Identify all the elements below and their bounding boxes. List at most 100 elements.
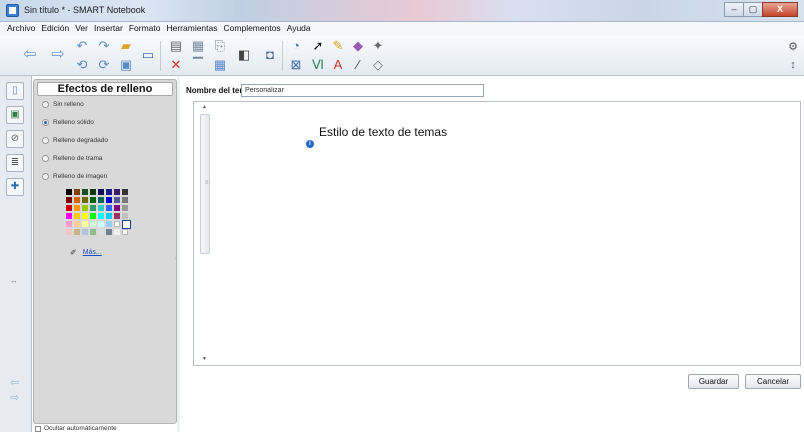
radio-button-selected[interactable]	[42, 119, 49, 126]
radio-button[interactable]	[42, 137, 49, 144]
color-swatch[interactable]	[74, 221, 80, 227]
creative-pen-icon[interactable]: ◇	[370, 57, 386, 73]
color-swatch[interactable]	[122, 189, 128, 195]
color-swatch[interactable]	[98, 197, 104, 203]
scroll-down-icon[interactable]: ▼	[202, 356, 207, 362]
splitter-grip-icon[interactable]: ‹	[175, 256, 177, 262]
radio-gradient-fill[interactable]: Relleno degradado	[42, 137, 108, 144]
attachments-icon[interactable]: ⊘	[6, 130, 24, 148]
color-swatch[interactable]	[98, 189, 104, 195]
color-swatch[interactable]	[122, 229, 128, 235]
color-swatch[interactable]	[74, 197, 80, 203]
radio-image-fill[interactable]: Relleno de imagen	[42, 173, 107, 180]
color-swatch[interactable]	[82, 213, 88, 219]
back-arrow-icon[interactable]: ⇦	[22, 47, 38, 63]
color-swatch[interactable]	[106, 229, 112, 235]
color-swatch[interactable]	[98, 213, 104, 219]
color-swatch[interactable]	[82, 205, 88, 211]
line-icon[interactable]: ⁄	[350, 57, 366, 73]
menu-insertar[interactable]: Insertar	[91, 22, 126, 35]
color-swatch[interactable]	[122, 197, 128, 203]
color-swatch[interactable]	[82, 189, 88, 195]
open-folder-icon[interactable]: ▰	[118, 38, 134, 54]
color-swatch[interactable]	[74, 189, 80, 195]
color-swatch[interactable]	[66, 221, 72, 227]
color-swatch[interactable]	[106, 221, 112, 227]
color-swatch[interactable]	[82, 221, 88, 227]
gallery-icon[interactable]: ▣	[6, 106, 24, 124]
color-swatch[interactable]	[106, 189, 112, 195]
save-button[interactable]: Guardar	[688, 374, 739, 389]
radio-no-fill[interactable]: Sin relleno	[42, 101, 84, 108]
menu-ver[interactable]: Ver	[72, 22, 91, 35]
expand-icon[interactable]: ↕	[785, 57, 801, 73]
more-colors-row[interactable]: ✐ Más...	[70, 248, 102, 257]
radio-button[interactable]	[42, 155, 49, 162]
color-swatch[interactable]	[98, 205, 104, 211]
color-swatch[interactable]	[90, 213, 96, 219]
menu-formato[interactable]: Formato	[126, 22, 164, 35]
undo-icon[interactable]: ↶	[74, 38, 90, 54]
theme-name-input[interactable]	[241, 84, 484, 97]
menu-ayuda[interactable]: Ayuda	[284, 22, 314, 35]
color-swatch[interactable]	[98, 221, 104, 227]
color-swatch[interactable]	[66, 229, 72, 235]
addons-icon[interactable]: ✚	[6, 178, 24, 196]
settings-gear-icon[interactable]: ⚙	[785, 39, 801, 55]
magnify-icon[interactable]: ◔	[288, 38, 304, 54]
color-swatch[interactable]	[82, 197, 88, 203]
redo-page-icon[interactable]: ⟳	[96, 57, 112, 73]
more-colors-link[interactable]: Más...	[83, 249, 102, 256]
screen-capture-icon[interactable]: ⟲	[74, 57, 90, 73]
delete-icon[interactable]: ✕	[168, 57, 184, 73]
properties-icon[interactable]: ≣	[6, 154, 24, 172]
radio-pattern-fill[interactable]: Relleno de trama	[42, 155, 103, 162]
table-icon[interactable]: ▦	[190, 38, 206, 54]
pen-icon[interactable]: ✎	[330, 38, 346, 54]
menu-herramientas[interactable]: Herramientas	[163, 22, 220, 35]
collapse-toggle-icon[interactable]: ↔	[10, 276, 18, 285]
theme-preview-canvas[interactable]	[193, 101, 801, 366]
color-swatch[interactable]	[66, 189, 72, 195]
color-swatch[interactable]	[106, 205, 112, 211]
menu-archivo[interactable]: Archivo	[4, 22, 38, 35]
color-swatch[interactable]	[90, 205, 96, 211]
color-swatch[interactable]	[82, 229, 88, 235]
camera-icon[interactable]: ◧	[236, 47, 252, 63]
color-swatch[interactable]	[98, 229, 104, 235]
screen-shade-icon[interactable]: ▔	[190, 57, 206, 73]
magic-pen-icon[interactable]: ✦	[370, 38, 386, 54]
color-swatch[interactable]	[74, 229, 80, 235]
radio-solid-fill[interactable]: Relleno sólido	[42, 119, 94, 126]
scroll-up-icon[interactable]: ▲	[202, 104, 207, 110]
color-swatch[interactable]	[122, 213, 128, 219]
projector-icon[interactable]: ▭	[140, 47, 156, 63]
eyedropper-icon[interactable]: ✐	[70, 248, 77, 257]
cancel-button[interactable]: Cancelar	[745, 374, 801, 389]
color-swatch[interactable]	[90, 189, 96, 195]
radio-button[interactable]	[42, 173, 49, 180]
color-swatch[interactable]	[114, 213, 120, 219]
color-swatch[interactable]	[114, 221, 120, 227]
color-swatch[interactable]	[74, 213, 80, 219]
color-swatch[interactable]	[122, 205, 128, 211]
color-swatch[interactable]	[90, 221, 96, 227]
panel-splitter[interactable]	[177, 76, 180, 432]
forward-arrow-icon[interactable]: ⇨	[50, 47, 66, 63]
color-swatch[interactable]	[90, 229, 96, 235]
fill-icon[interactable]: ⊠	[288, 57, 304, 73]
new-page-icon[interactable]: ▤	[168, 38, 184, 54]
document-camera-icon[interactable]: ◘	[262, 47, 278, 63]
redo-icon[interactable]: ↷	[96, 38, 112, 54]
color-swatch[interactable]	[74, 205, 80, 211]
autohide-checkbox[interactable]	[35, 426, 41, 432]
color-swatch[interactable]	[114, 205, 120, 211]
color-swatch[interactable]	[122, 220, 131, 229]
color-swatch[interactable]	[114, 189, 120, 195]
nav-forward-icon[interactable]: ⇨	[10, 391, 19, 404]
minimize-button[interactable]: –	[724, 2, 744, 17]
color-swatch[interactable]	[66, 213, 72, 219]
paste-icon[interactable]: ⎘	[212, 38, 228, 54]
nav-back-icon[interactable]: ⇦	[10, 376, 19, 389]
page-sorter-icon[interactable]: ▯	[6, 82, 24, 100]
